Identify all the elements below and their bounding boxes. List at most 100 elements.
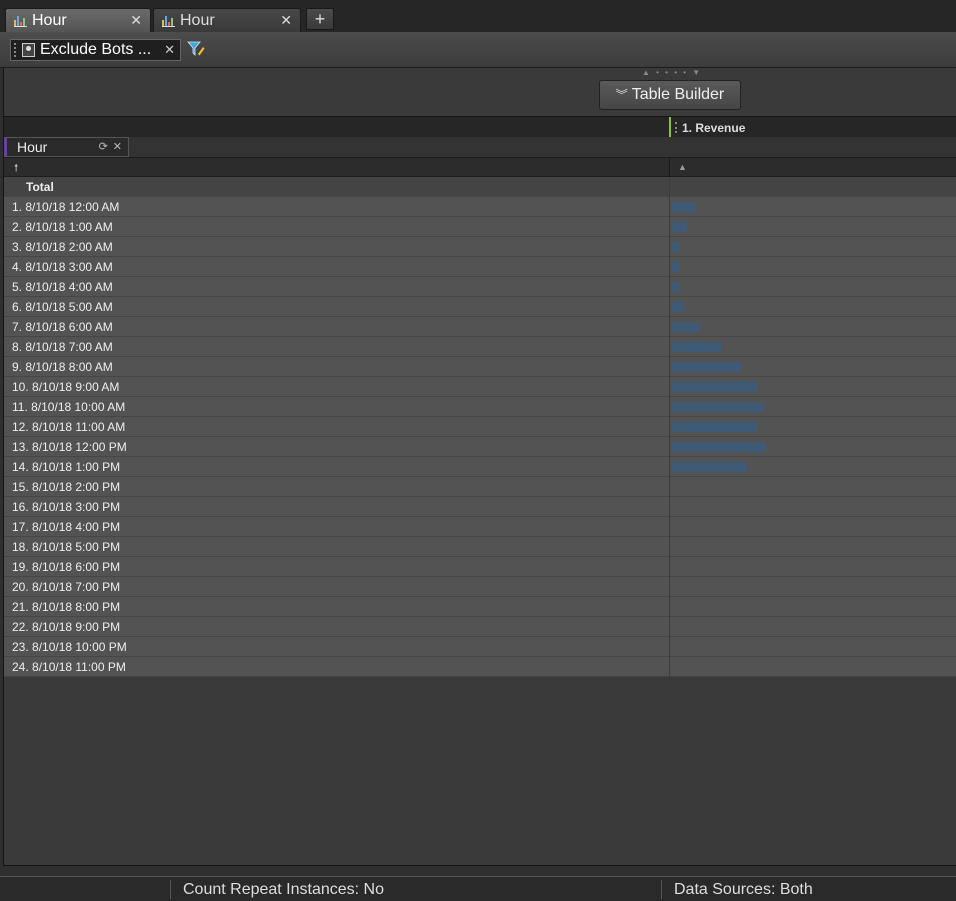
column-divider — [669, 217, 670, 237]
column-divider — [669, 357, 670, 377]
table-row[interactable]: 14. 8/10/18 1:00 PM — [4, 457, 956, 477]
status-bar: Count Repeat Instances: No Data Sources:… — [0, 876, 956, 901]
row-label: 8. 8/10/18 7:00 AM — [12, 340, 113, 354]
column-divider — [669, 197, 670, 217]
table-row[interactable]: 16. 8/10/18 3:00 PM — [4, 497, 956, 517]
revenue-bar — [672, 342, 721, 352]
row-label: 21. 8/10/18 8:00 PM — [12, 600, 121, 614]
drag-handle-icon[interactable] — [14, 43, 20, 57]
refresh-icon[interactable]: ⟳ — [99, 140, 108, 153]
close-icon[interactable]: ✕ — [280, 12, 292, 29]
segment-chip[interactable]: Exclude Bots ... ✕ — [10, 39, 181, 61]
table-row[interactable]: 21. 8/10/18 8:00 PM — [4, 597, 956, 617]
row-label: 18. 8/10/18 5:00 PM — [12, 540, 121, 554]
data-sources-status: Data Sources: Both — [674, 881, 813, 898]
row-label: 13. 8/10/18 12:00 PM — [12, 440, 127, 454]
revenue-bar — [672, 202, 696, 212]
row-label: 5. 8/10/18 4:00 AM — [12, 280, 113, 294]
table-row[interactable]: 4. 8/10/18 3:00 AM — [4, 257, 956, 277]
table-row[interactable]: 23. 8/10/18 10:00 PM — [4, 637, 956, 657]
column-divider — [669, 597, 670, 617]
add-tab-button[interactable]: + — [306, 8, 334, 30]
revenue-bar — [672, 462, 747, 472]
table-row[interactable]: 2. 8/10/18 1:00 AM — [4, 217, 956, 237]
revenue-bar — [672, 262, 680, 272]
table-builder-button[interactable]: ︾ Table Builder — [599, 80, 741, 110]
column-divider — [669, 177, 670, 197]
column-divider — [669, 317, 670, 337]
row-label: 24. 8/10/18 11:00 PM — [12, 660, 126, 674]
close-icon[interactable]: ✕ — [130, 12, 142, 29]
column-divider — [669, 237, 670, 257]
revenue-bar — [672, 442, 766, 452]
status-separator — [661, 880, 662, 899]
row-label: 22. 8/10/18 9:00 PM — [12, 620, 121, 634]
revenue-bar — [672, 322, 700, 332]
column-divider — [669, 277, 670, 297]
tab-hour-2[interactable]: Hour ✕ — [153, 8, 301, 32]
segment-person-icon — [22, 43, 35, 57]
sort-arrow-icon[interactable]: 🠕 — [14, 161, 18, 178]
table-row[interactable]: 3. 8/10/18 2:00 AM — [4, 237, 956, 257]
column-divider — [669, 337, 670, 357]
column-divider — [669, 297, 670, 317]
table-row[interactable]: 24. 8/10/18 11:00 PM — [4, 657, 956, 677]
resize-handle[interactable]: ▲ • • • • ▼ — [642, 68, 702, 77]
row-label: 19. 8/10/18 6:00 PM — [12, 560, 121, 574]
column-divider — [669, 557, 670, 577]
filter-icon[interactable] — [187, 40, 205, 58]
column-divider — [669, 477, 670, 497]
table-row[interactable]: 19. 8/10/18 6:00 PM — [4, 557, 956, 577]
revenue-bar — [672, 222, 687, 232]
revenue-bar — [672, 242, 680, 252]
metric-header-row: 1. Revenue — [4, 116, 956, 138]
table-row[interactable]: 6. 8/10/18 5:00 AM — [4, 297, 956, 317]
total-row: Total — [4, 177, 956, 197]
table-row[interactable]: 15. 8/10/18 2:00 PM — [4, 477, 956, 497]
column-divider — [669, 497, 670, 517]
chart-icon — [14, 15, 28, 27]
metric-header-label: 1. Revenue — [682, 120, 746, 135]
sort-row: 🠕 ▲ — [4, 157, 956, 178]
dimension-header[interactable]: Hour ⟳ ✕ — [4, 137, 129, 157]
column-divider — [669, 417, 670, 437]
table-row[interactable]: 7. 8/10/18 6:00 AM — [4, 317, 956, 337]
drag-handle-icon[interactable] — [675, 122, 678, 133]
revenue-bar — [672, 422, 757, 432]
row-label: 14. 8/10/18 1:00 PM — [12, 460, 121, 474]
close-icon[interactable]: ✕ — [113, 140, 122, 153]
table-row[interactable]: 13. 8/10/18 12:00 PM — [4, 437, 956, 457]
table-row[interactable]: 18. 8/10/18 5:00 PM — [4, 537, 956, 557]
revenue-bar — [672, 382, 757, 392]
table-row[interactable]: 20. 8/10/18 7:00 PM — [4, 577, 956, 597]
row-label: 15. 8/10/18 2:00 PM — [12, 480, 121, 494]
table-row[interactable]: 12. 8/10/18 11:00 AM — [4, 417, 956, 437]
row-label: 3. 8/10/18 2:00 AM — [12, 240, 113, 254]
table-builder-label: Table Builder — [631, 86, 725, 103]
table-row[interactable]: 17. 8/10/18 4:00 PM — [4, 517, 956, 537]
column-divider — [669, 377, 670, 397]
table-row[interactable]: 10. 8/10/18 9:00 AM — [4, 377, 956, 397]
freeform-table-panel: ▲ • • • • ▼ ︾ Table Builder 1. Revenue H… — [3, 68, 956, 866]
tab-hour-1[interactable]: Hour ✕ — [5, 8, 151, 32]
sort-arrow-icon[interactable]: ▲ — [678, 162, 687, 172]
total-label: Total — [26, 180, 54, 194]
column-divider — [669, 257, 670, 277]
revenue-bar — [672, 402, 764, 412]
column-divider — [669, 158, 670, 178]
table-row[interactable]: 11. 8/10/18 10:00 AM — [4, 397, 956, 417]
column-divider — [669, 397, 670, 417]
table-row[interactable]: 22. 8/10/18 9:00 PM — [4, 617, 956, 637]
tab-bar: Hour ✕ Hour ✕ + — [0, 0, 956, 32]
table-row[interactable]: 8. 8/10/18 7:00 AM — [4, 337, 956, 357]
column-divider — [669, 537, 670, 557]
row-label: 6. 8/10/18 5:00 AM — [12, 300, 113, 314]
table-row[interactable]: 5. 8/10/18 4:00 AM — [4, 277, 956, 297]
segment-label: Exclude Bots ... — [40, 41, 152, 58]
table-row[interactable]: 9. 8/10/18 8:00 AM — [4, 357, 956, 377]
close-icon[interactable]: ✕ — [164, 42, 175, 58]
metric-header[interactable]: 1. Revenue — [669, 117, 745, 138]
chevron-double-down-icon: ︾ — [615, 88, 628, 102]
column-divider — [669, 437, 670, 457]
table-row[interactable]: 1. 8/10/18 12:00 AM — [4, 197, 956, 217]
